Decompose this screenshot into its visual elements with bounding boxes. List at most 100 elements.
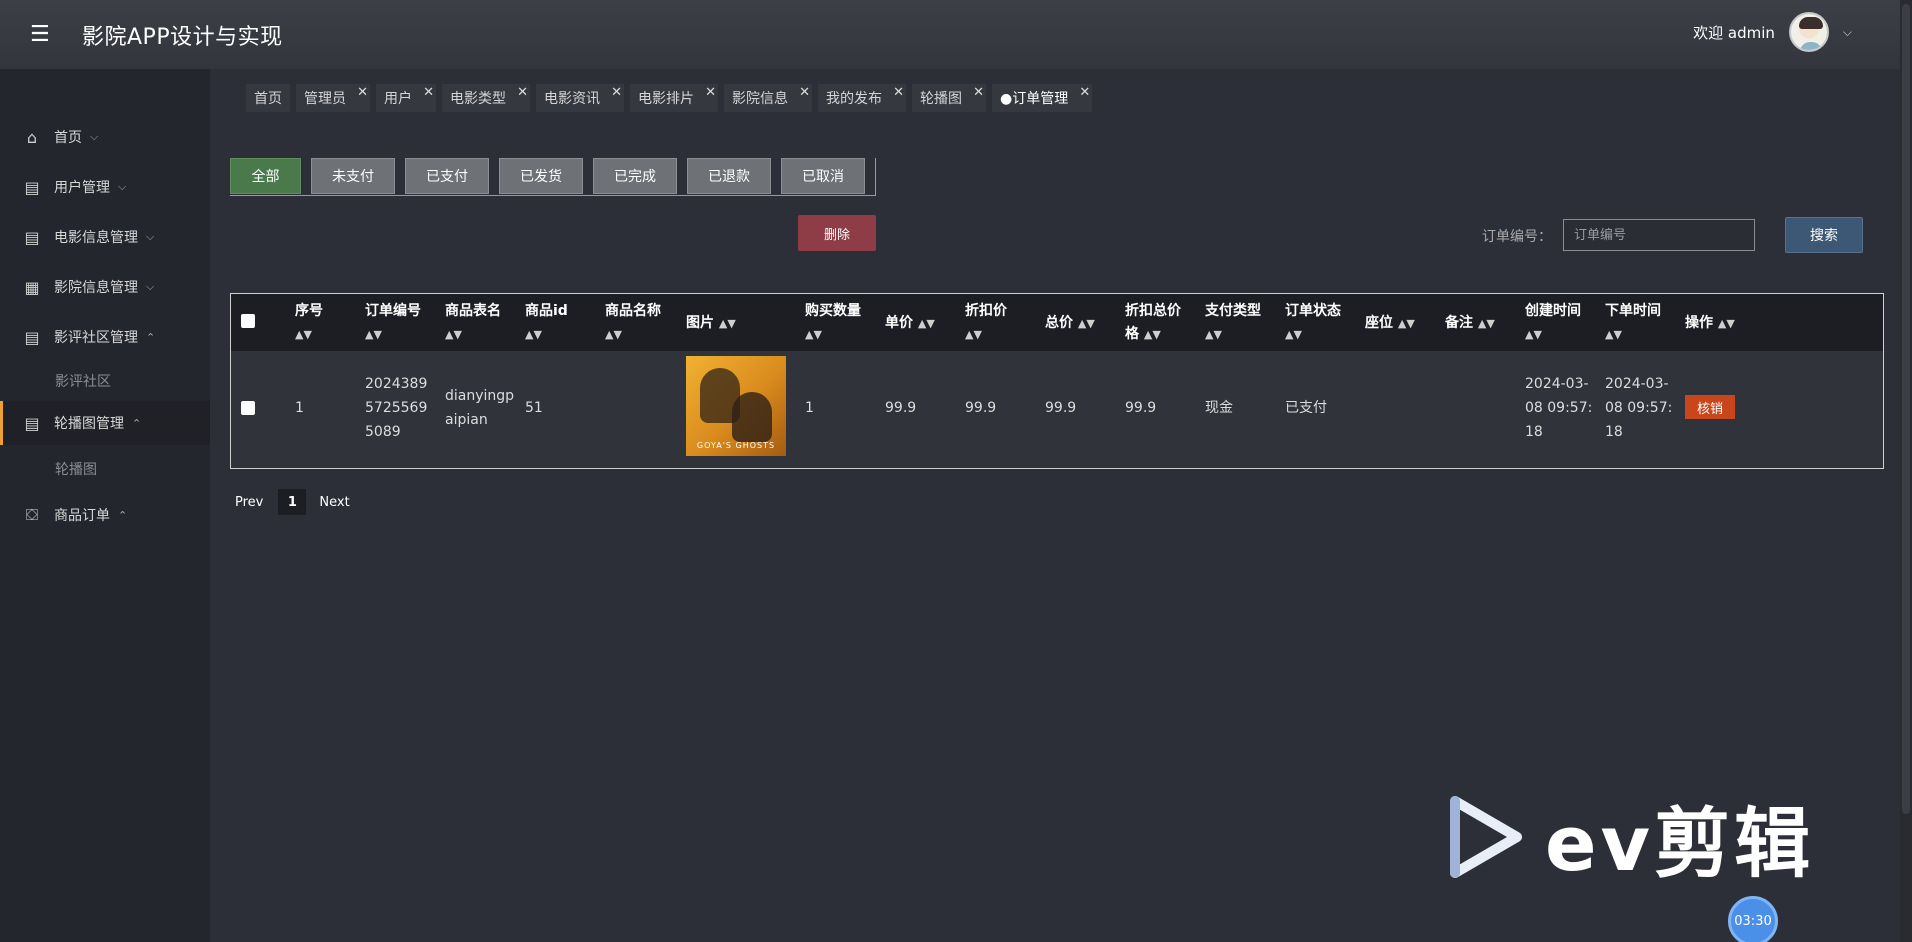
sort-icon[interactable]: ▲▼ bbox=[1078, 317, 1095, 330]
cell-created-at: 2024-03- 08 09:57: 18 bbox=[1525, 376, 1593, 440]
writeoff-button[interactable]: 核销 bbox=[1685, 395, 1735, 419]
table-icon: ▤ bbox=[24, 177, 40, 197]
column-header-table-name[interactable]: 商品表名 ▲▼ bbox=[445, 300, 501, 346]
tab-cinema-info[interactable]: 影院信息 ✕ bbox=[724, 84, 812, 112]
column-header-order-no[interactable]: 订单编号 ▲▼ bbox=[365, 300, 421, 346]
filter-shipped-button[interactable]: 已发货 bbox=[499, 158, 583, 194]
close-icon[interactable]: ✕ bbox=[705, 85, 716, 100]
tab-my-posts[interactable]: 我的发布 ✕ bbox=[818, 84, 906, 112]
column-header-quantity[interactable]: 购买数量 ▲▼ bbox=[805, 300, 861, 346]
tab-order-management[interactable]: ●订单管理 ✕ bbox=[992, 84, 1093, 112]
column-header-remark[interactable]: 备注 ▲▼ bbox=[1445, 312, 1495, 335]
hamburger-icon[interactable]: ☰ bbox=[30, 23, 58, 46]
close-icon[interactable]: ✕ bbox=[799, 85, 810, 100]
filter-all-button[interactable]: 全部 bbox=[230, 158, 301, 194]
column-header-total[interactable]: 总价 ▲▼ bbox=[1045, 312, 1095, 335]
filter-refunded-button[interactable]: 已退款 bbox=[687, 158, 771, 194]
sidebar-subitem-review-community[interactable]: 影评社区 bbox=[55, 371, 111, 391]
home-icon: ⌂ bbox=[26, 127, 38, 147]
order-number-search-input[interactable] bbox=[1563, 219, 1755, 251]
sort-icon[interactable]: ▲▼ bbox=[1605, 328, 1622, 341]
filter-unpaid-button[interactable]: 未支付 bbox=[311, 158, 395, 194]
sort-icon[interactable]: ▲▼ bbox=[1398, 317, 1415, 330]
recording-timer: 03:30 bbox=[1728, 896, 1778, 942]
sidebar-item-user-management[interactable]: ▤ 用户管理 ⌵ bbox=[0, 165, 210, 209]
filter-paid-button[interactable]: 已支付 bbox=[405, 158, 489, 194]
tab-movie-schedule[interactable]: 电影排片 ✕ bbox=[630, 84, 718, 112]
sort-icon[interactable]: ▲▼ bbox=[1525, 328, 1542, 341]
sort-icon[interactable]: ▲▼ bbox=[605, 328, 622, 341]
sidebar-item-movie-info[interactable]: ▤ 电影信息管理 ⌵ bbox=[0, 215, 210, 259]
sort-icon[interactable]: ▲▼ bbox=[719, 317, 736, 330]
tab-home[interactable]: 首页 bbox=[246, 84, 290, 112]
column-header-goods-id[interactable]: 商品id ▲▼ bbox=[525, 300, 568, 346]
column-header-discount-total[interactable]: 折扣总价格 ▲▼ bbox=[1125, 300, 1191, 346]
delete-button[interactable]: 删除 bbox=[798, 215, 876, 251]
cell-total: 99.9 bbox=[1045, 400, 1077, 416]
column-header-index[interactable]: 序号 ▲▼ bbox=[295, 300, 323, 346]
sort-icon[interactable]: ▲▼ bbox=[1478, 317, 1495, 330]
scrollbar-thumb[interactable] bbox=[1902, 4, 1910, 814]
tab-carousel[interactable]: 轮播图 ✕ bbox=[912, 84, 986, 112]
sort-icon[interactable]: ▲▼ bbox=[1144, 328, 1161, 341]
page-number-button[interactable]: 1 bbox=[278, 489, 307, 515]
sidebar-item-carousel[interactable]: ▤ 轮播图管理 ⌃ bbox=[0, 401, 210, 445]
poster-title: GOYA'S GHOSTS bbox=[696, 441, 776, 450]
orders-table: 序号 ▲▼ 订单编号 ▲▼ 商品表名 ▲▼ 商品id ▲▼ 商品名称 ▲▼ 图片 ▲▼ 购… bbox=[230, 293, 1884, 469]
close-icon[interactable]: ✕ bbox=[1079, 85, 1090, 100]
cell-discount-price: 99.9 bbox=[965, 400, 997, 416]
sidebar-item-orders[interactable]: ⛋ 商品订单 ⌃ bbox=[0, 493, 210, 537]
column-header-discount-price[interactable]: 折扣价 ▲▼ bbox=[965, 300, 1007, 346]
close-icon[interactable]: ✕ bbox=[357, 85, 368, 100]
column-header-pay-type[interactable]: 支付类型 ▲▼ bbox=[1205, 300, 1261, 346]
sidebar-item-home[interactable]: ⌂ 首页 ⌵ bbox=[0, 115, 210, 159]
row-checkbox[interactable] bbox=[241, 401, 255, 415]
tab-movie-type[interactable]: 电影类型 ✕ bbox=[442, 84, 530, 112]
movie-poster-image: GOYA'S GHOSTS bbox=[686, 356, 786, 456]
close-icon[interactable]: ✕ bbox=[517, 85, 528, 100]
column-header-status[interactable]: 订单状态 ▲▼ bbox=[1285, 300, 1341, 346]
cell-discount-total: 99.9 bbox=[1125, 400, 1157, 416]
tab-user[interactable]: 用户 ✕ bbox=[376, 84, 436, 112]
sort-icon[interactable]: ▲▼ bbox=[295, 328, 312, 341]
close-icon[interactable]: ✕ bbox=[423, 85, 434, 100]
tab-admin[interactable]: 管理员 ✕ bbox=[296, 84, 370, 112]
column-header-ordered-at[interactable]: 下单时间 ▲▼ bbox=[1605, 300, 1661, 346]
sort-icon[interactable]: ▲▼ bbox=[965, 328, 982, 341]
sort-icon[interactable]: ▲▼ bbox=[1205, 328, 1222, 341]
page-scrollbar[interactable] bbox=[1900, 0, 1912, 942]
sort-icon[interactable]: ▲▼ bbox=[918, 317, 935, 330]
filter-completed-button[interactable]: 已完成 bbox=[593, 158, 677, 194]
close-icon[interactable]: ✕ bbox=[611, 85, 622, 100]
column-header-price[interactable]: 单价 ▲▼ bbox=[885, 312, 935, 335]
sidebar-subitem-carousel[interactable]: 轮播图 bbox=[55, 459, 97, 479]
chevron-down-icon[interactable]: ⌵ bbox=[1843, 25, 1852, 40]
sort-icon[interactable]: ▲▼ bbox=[805, 328, 822, 341]
avatar[interactable] bbox=[1788, 12, 1829, 52]
search-button[interactable]: 搜索 bbox=[1785, 217, 1863, 253]
sidebar-item-cinema-info[interactable]: ▦ 影院信息管理 ⌵ bbox=[0, 265, 210, 309]
cell-quantity: 1 bbox=[805, 400, 814, 416]
user-menu[interactable]: 欢迎 admin ⌵ bbox=[1693, 12, 1852, 52]
prev-page-button[interactable]: Prev bbox=[235, 495, 263, 510]
sort-icon[interactable]: ▲▼ bbox=[1718, 317, 1735, 330]
sort-icon[interactable]: ▲▼ bbox=[445, 328, 462, 341]
sort-icon[interactable]: ▲▼ bbox=[1285, 328, 1302, 341]
sort-icon[interactable]: ▲▼ bbox=[525, 328, 542, 341]
filter-cancelled-button[interactable]: 已取消 bbox=[781, 158, 865, 194]
select-all-checkbox[interactable] bbox=[241, 314, 255, 328]
tab-movie-news[interactable]: 电影资讯 ✕ bbox=[536, 84, 624, 112]
sidebar-item-review-community[interactable]: ▤ 影评社区管理 ⌃ bbox=[0, 315, 210, 359]
close-icon[interactable]: ✕ bbox=[893, 85, 904, 100]
grid-icon: ▦ bbox=[24, 277, 40, 297]
column-header-goods-name[interactable]: 商品名称 ▲▼ bbox=[605, 300, 661, 346]
sort-icon[interactable]: ▲▼ bbox=[365, 328, 382, 341]
close-icon[interactable]: ✕ bbox=[973, 85, 984, 100]
next-page-button[interactable]: Next bbox=[319, 495, 349, 510]
column-header-actions[interactable]: 操作 ▲▼ bbox=[1685, 312, 1735, 335]
column-header-created-at[interactable]: 创建时间 ▲▼ bbox=[1525, 300, 1581, 346]
cell-price: 99.9 bbox=[885, 400, 917, 416]
sidebar-item-label: 用户管理 bbox=[54, 180, 110, 196]
column-header-image[interactable]: 图片 ▲▼ bbox=[686, 312, 736, 335]
column-header-seat[interactable]: 座位 ▲▼ bbox=[1365, 312, 1415, 335]
